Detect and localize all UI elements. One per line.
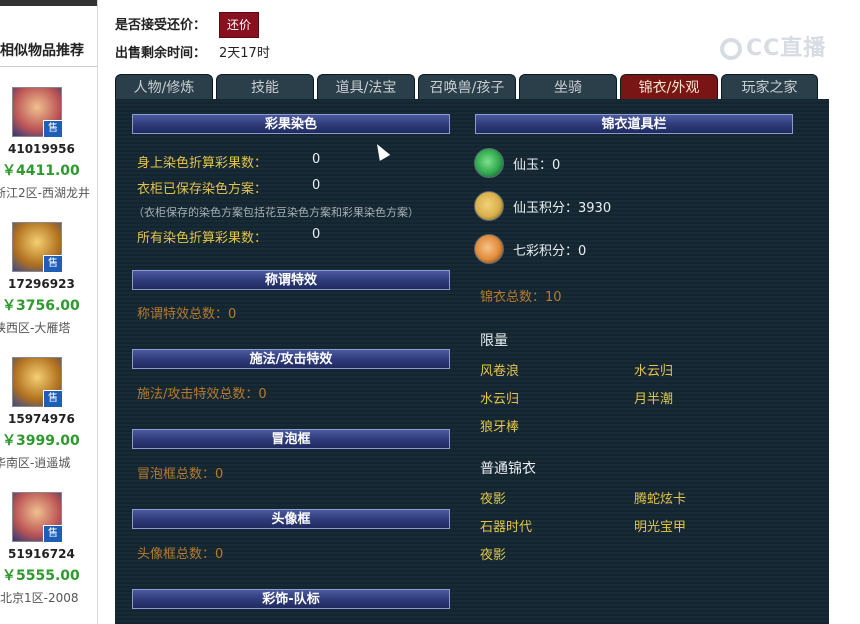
ticket-icon [474,191,504,221]
rainbow-orb-icon [474,234,504,264]
dye-body-label: 身上染色折算彩果数： [137,156,268,171]
watermark-logo-icon [720,38,742,60]
jade-points-value: 仙玉积分：3930 [513,201,612,216]
jade-value: 仙玉：0 [513,158,561,173]
tab-items[interactable]: 道具/法宝 [317,74,415,99]
normal-outfit[interactable]: 明光宝甲 [634,516,686,535]
accept-counter-label: 是否接受还价： [115,18,207,33]
item-price: ￥3756.00 [2,298,80,314]
character-avatar[interactable]: 售 [12,357,63,408]
section-avatar-frame: 头像框 [132,509,450,529]
time-left-label: 出售剩余时间： [115,46,207,61]
sold-badge: 售 [43,525,63,543]
item-price: ￥5555.00 [2,568,80,584]
avatar-frame-total: 头像框总数：0 [137,547,224,562]
tab-mounts[interactable]: 坐骑 [519,74,617,99]
rainbow-points-value: 七彩积分：0 [513,244,587,259]
tab-player-home[interactable]: 玩家之家 [721,74,818,99]
outfit-panel: 彩果染色 身上染色折算彩果数： 0 衣柜已保存染色方案： 0 （衣柜保存的染色方… [115,99,829,624]
item-price: ￥4411.00 [2,163,80,179]
item-price: ￥3999.00 [2,433,80,449]
dye-total-value: 0 [312,227,321,242]
sidebar-top-image [0,0,97,6]
dye-total-label: 所有染色折算彩果数： [137,231,268,246]
tab-outfits[interactable]: 锦衣/外观 [620,74,718,99]
title-effect-total: 称谓特效总数：0 [137,307,237,322]
limited-outfit[interactable]: 水云归 [634,360,673,379]
item-id: 17296923 [8,277,75,291]
limited-outfit[interactable]: 月半潮 [634,388,673,407]
watermark-text: CC直播 [746,36,827,61]
limited-heading: 限量 [480,333,508,349]
sold-badge: 售 [43,255,63,273]
normal-outfit[interactable]: 石器时代 [480,516,532,535]
limited-outfit[interactable]: 风卷浪 [480,360,519,379]
item-server: 华南区-逍遥城 [0,456,71,470]
bubble-total: 冒泡框总数：0 [137,467,224,482]
sold-badge: 售 [43,390,63,408]
normal-outfit[interactable]: 夜影 [480,488,506,507]
section-dye: 彩果染色 [132,114,450,134]
dye-note: （衣柜保存的染色方案包括花豆染色方案和彩果染色方案） [133,206,419,219]
limited-outfit[interactable]: 狼牙棒 [480,416,519,435]
section-outfit-items: 锦衣道具栏 [475,114,793,134]
normal-heading: 普通锦衣 [480,461,536,477]
jade-icon [474,148,504,178]
character-avatar[interactable]: 售 [12,492,63,543]
sidebar-divider [0,66,97,67]
wardrobe-dye-value: 0 [312,178,321,193]
tab-character[interactable]: 人物/修炼 [115,74,213,99]
wardrobe-dye-label: 衣柜已保存染色方案： [137,182,268,197]
character-avatar[interactable]: 售 [12,87,63,138]
stream-watermark: CC直播 [720,30,826,62]
item-server: 北京1区-2008 [0,591,79,605]
item-id: 15974976 [8,412,75,426]
item-server: 陕西区-大雁塔 [0,321,71,335]
cast-effect-total: 施法/攻击特效总数：0 [137,387,267,402]
dye-body-value: 0 [312,152,321,167]
outfit-total: 锦衣总数：10 [480,290,562,305]
time-left-value: 2天17时 [219,46,270,61]
item-id: 41019956 [8,142,75,156]
character-avatar[interactable]: 售 [12,222,63,273]
recommended-item[interactable]: 售 15974976 ￥3999.00 华南区-逍遥城 [0,357,97,487]
item-server: 浙江2区-西湖龙井 [0,186,90,200]
normal-outfit[interactable]: 夜影 [480,544,506,563]
similar-items-sidebar: 相似物品推荐 售 41019956 ￥4411.00 浙江2区-西湖龙井 售 1… [0,0,98,624]
section-cast-effect: 施法/攻击特效 [132,349,450,369]
section-bubble: 冒泡框 [132,429,450,449]
recommended-item[interactable]: 售 41019956 ￥4411.00 浙江2区-西湖龙井 [0,87,97,217]
recommended-item[interactable]: 售 51916724 ￥5555.00 北京1区-2008 [0,492,97,622]
section-team-mark: 彩饰-队标 [132,589,450,609]
item-id: 51916724 [8,547,75,561]
tab-pets[interactable]: 召唤兽/孩子 [418,74,516,99]
limited-outfit[interactable]: 水云归 [480,388,519,407]
recommended-item[interactable]: 售 17296923 ￥3756.00 陕西区-大雁塔 [0,222,97,352]
normal-outfit[interactable]: 腾蛇炫卡 [634,488,686,507]
tab-skills[interactable]: 技能 [216,74,314,99]
counter-offer-button[interactable]: 还价 [219,12,259,38]
section-title-effect: 称谓特效 [132,270,450,290]
sold-badge: 售 [43,120,63,138]
sidebar-title: 相似物品推荐 [0,43,84,59]
mouse-cursor-icon [371,141,391,161]
